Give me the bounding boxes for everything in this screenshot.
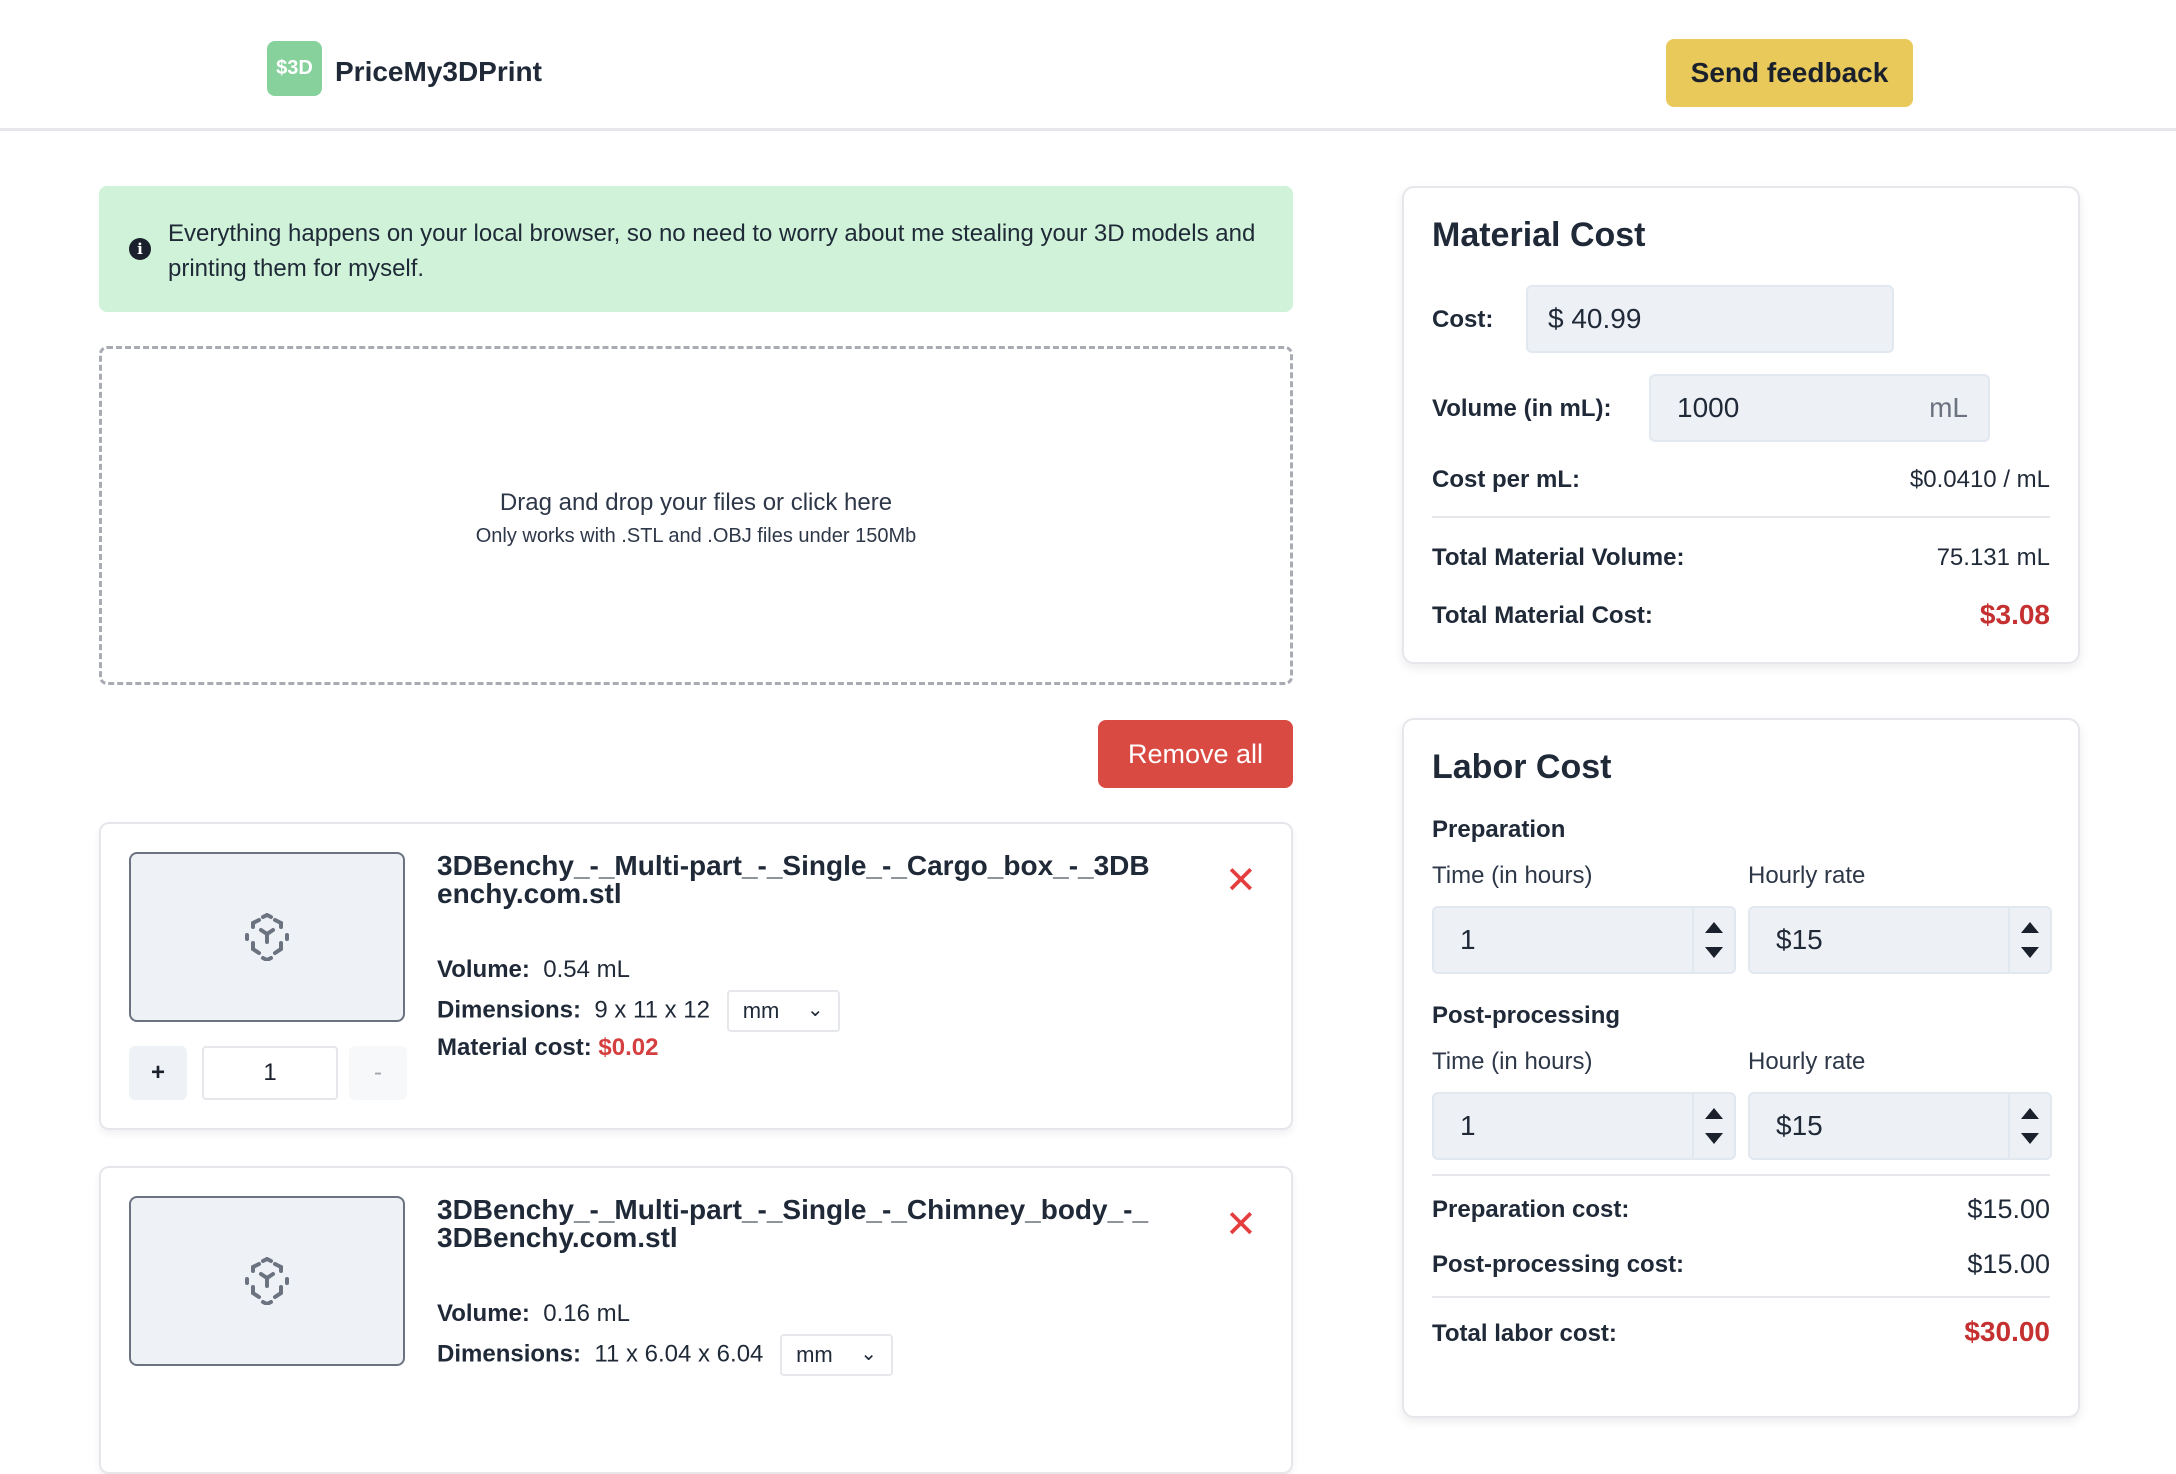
material-cost-panel: Material Cost Cost: $ 40.99 Volume (in m… bbox=[1402, 186, 2080, 664]
volume-label: Volume: bbox=[437, 1300, 530, 1327]
post-time-label: Time (in hours) bbox=[1432, 1048, 1593, 1075]
spinner-down-icon[interactable] bbox=[1705, 1133, 1723, 1144]
volume-input[interactable]: 1000 mL bbox=[1649, 374, 1990, 442]
volume-input-value: 1000 bbox=[1677, 392, 1740, 423]
info-icon: i bbox=[129, 238, 151, 260]
close-icon[interactable]: ✕ bbox=[1225, 1206, 1257, 1244]
cost-per-ml-label: Cost per mL: bbox=[1432, 466, 1581, 493]
file-card: + - 3DBenchy_-_Multi-part_-_Single_-_Car… bbox=[99, 822, 1293, 1130]
volume-row: Volume: 0.16 mL bbox=[437, 1300, 630, 1328]
post-cost-value: $15.00 bbox=[1967, 1249, 2050, 1279]
cost-label: Cost: bbox=[1432, 306, 1494, 333]
cube-icon bbox=[245, 1257, 289, 1305]
file-dropzone[interactable]: Drag and drop your files or click here O… bbox=[99, 346, 1293, 685]
prep-time-input[interactable]: 1 bbox=[1432, 906, 1736, 974]
unit-select-value: mm bbox=[796, 1342, 833, 1367]
prep-time-value: 1 bbox=[1460, 924, 1476, 955]
prep-cost-value: $15.00 bbox=[1967, 1194, 2050, 1224]
divider bbox=[1432, 1296, 2050, 1298]
total-volume-label: Total Material Volume: bbox=[1432, 544, 1685, 571]
material-cost-row: Material cost: $0.02 bbox=[437, 1034, 658, 1062]
total-material-cost-label: Total Material Cost: bbox=[1432, 602, 1653, 629]
dimensions-label: Dimensions: bbox=[437, 996, 582, 1024]
unit-select[interactable]: mm ⌄ bbox=[780, 1334, 894, 1376]
post-time-spinner[interactable] bbox=[1692, 1094, 1734, 1158]
prep-rate-spinner[interactable] bbox=[2008, 908, 2050, 972]
prep-time-label: Time (in hours) bbox=[1432, 862, 1593, 889]
spinner-down-icon[interactable] bbox=[2021, 1133, 2039, 1144]
privacy-notice: i Everything happens on your local brows… bbox=[99, 186, 1293, 312]
divider bbox=[1432, 1174, 2050, 1176]
dimensions-label: Dimensions: bbox=[437, 1340, 582, 1368]
prep-time-spinner[interactable] bbox=[1692, 908, 1734, 972]
chevron-down-icon: ⌄ bbox=[806, 999, 824, 1021]
cost-input-value: 40.99 bbox=[1571, 303, 1642, 334]
spinner-down-icon[interactable] bbox=[1705, 947, 1723, 958]
total-material-cost-value: $3.08 bbox=[1979, 599, 2050, 630]
volume-unit: mL bbox=[1929, 392, 1968, 423]
quantity-decrease-button[interactable]: - bbox=[349, 1046, 407, 1100]
unit-select-value: mm bbox=[742, 998, 780, 1023]
prep-rate-value: $15 bbox=[1776, 924, 1823, 955]
send-feedback-button[interactable]: Send feedback bbox=[1666, 39, 1913, 107]
file-name: 3DBenchy_-_Multi-part_-_Single_-_Cargo_b… bbox=[437, 850, 1150, 909]
material-cost-label: Material cost: bbox=[437, 1034, 592, 1061]
total-labor-cost-label: Total labor cost: bbox=[1432, 1320, 1617, 1347]
dimensions-value: 9 x 11 x 12 bbox=[594, 996, 711, 1024]
post-rate-label: Hourly rate bbox=[1748, 1048, 1866, 1075]
total-volume-value: 75.131 mL bbox=[1936, 544, 2050, 571]
spinner-up-icon[interactable] bbox=[2021, 922, 2039, 933]
spinner-up-icon[interactable] bbox=[1705, 1108, 1723, 1119]
post-rate-value: $15 bbox=[1776, 1110, 1823, 1141]
cube-icon bbox=[245, 913, 289, 961]
post-time-value: 1 bbox=[1460, 1110, 1476, 1141]
prep-cost-label: Preparation cost: bbox=[1432, 1196, 1630, 1223]
post-cost-label: Post-processing cost: bbox=[1432, 1251, 1685, 1278]
quantity-increase-button[interactable]: + bbox=[129, 1046, 187, 1100]
prep-rate-input[interactable]: $15 bbox=[1748, 906, 2052, 974]
volume-value: 0.54 mL bbox=[543, 956, 630, 983]
cost-input[interactable]: $ 40.99 bbox=[1526, 285, 1894, 353]
file-card: 3DBenchy_-_Multi-part_-_Single_-_Chimney… bbox=[99, 1166, 1293, 1474]
volume-label: Volume: bbox=[437, 956, 530, 983]
volume-label: Volume (in mL): bbox=[1432, 395, 1612, 422]
spinner-up-icon[interactable] bbox=[1705, 922, 1723, 933]
dimensions-value: 11 x 6.04 x 6.04 bbox=[594, 1340, 764, 1368]
preparation-heading: Preparation bbox=[1432, 816, 1566, 843]
divider bbox=[1432, 516, 2050, 518]
model-preview bbox=[129, 852, 405, 1022]
post-time-input[interactable]: 1 bbox=[1432, 1092, 1736, 1160]
top-bar: $3D PriceMy3DPrint Send feedback bbox=[0, 6, 2176, 131]
quantity-input[interactable] bbox=[202, 1046, 338, 1100]
cost-per-ml-value: $0.0410 / mL bbox=[1909, 466, 2050, 493]
dropzone-instruction: Drag and drop your files or click here bbox=[499, 489, 893, 516]
post-rate-input[interactable]: $15 bbox=[1748, 1092, 2052, 1160]
app-title[interactable]: PriceMy3DPrint bbox=[335, 56, 542, 88]
unit-select[interactable]: mm ⌄ bbox=[726, 990, 840, 1032]
material-cost-title: Material Cost bbox=[1432, 216, 1646, 254]
close-icon[interactable]: ✕ bbox=[1225, 862, 1257, 900]
total-labor-cost-value: $30.00 bbox=[1964, 1316, 2050, 1347]
privacy-notice-text: Everything happens on your local browser… bbox=[168, 220, 1256, 282]
dimensions-row: Dimensions: 9 x 11 x 12 mm ⌄ bbox=[437, 990, 840, 1032]
dropzone-hint: Only works with .STL and .OBJ files unde… bbox=[475, 525, 917, 547]
labor-cost-title: Labor Cost bbox=[1432, 748, 1612, 786]
volume-row: Volume: 0.54 mL bbox=[437, 956, 630, 984]
remove-all-button[interactable]: Remove all bbox=[1098, 720, 1293, 788]
currency-prefix: $ bbox=[1548, 303, 1564, 334]
chevron-down-icon: ⌄ bbox=[860, 1343, 878, 1365]
dimensions-row: Dimensions: 11 x 6.04 x 6.04 mm ⌄ bbox=[437, 1334, 894, 1376]
post-rate-spinner[interactable] bbox=[2008, 1094, 2050, 1158]
prep-rate-label: Hourly rate bbox=[1748, 862, 1866, 889]
spinner-up-icon[interactable] bbox=[2021, 1108, 2039, 1119]
spinner-down-icon[interactable] bbox=[2021, 947, 2039, 958]
material-cost-value: $0.02 bbox=[598, 1034, 659, 1061]
volume-value: 0.16 mL bbox=[543, 1300, 630, 1327]
post-processing-heading: Post-processing bbox=[1432, 1002, 1621, 1029]
labor-cost-panel: Labor Cost Preparation Time (in hours) H… bbox=[1402, 718, 2080, 1418]
file-name: 3DBenchy_-_Multi-part_-_Single_-_Chimney… bbox=[437, 1194, 1149, 1253]
model-preview bbox=[129, 1196, 405, 1366]
app-logo[interactable]: $3D bbox=[267, 41, 322, 96]
